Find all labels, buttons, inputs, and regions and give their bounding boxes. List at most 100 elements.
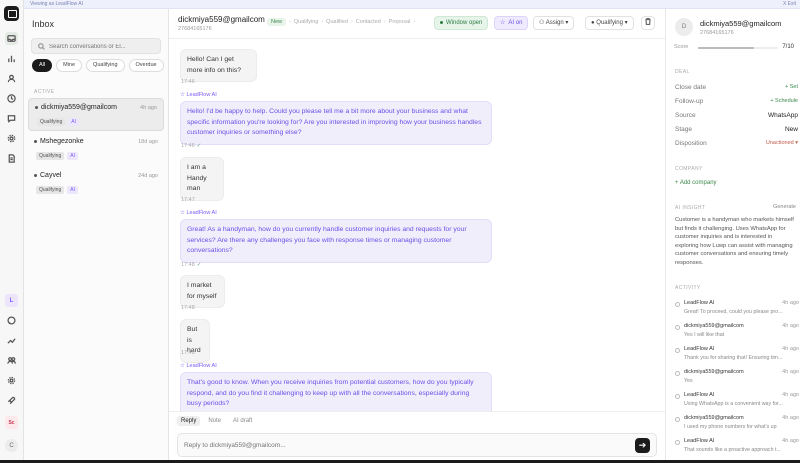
activity-header: ACTIVITY [675, 285, 701, 291]
clock-icon[interactable] [5, 92, 18, 105]
arrow-right-icon: ➔ [638, 440, 647, 450]
conversation-item[interactable]: dickmiya559@gmailcom 4h ago Qualifying AI [28, 98, 164, 131]
activity-item[interactable]: dickmiya559@gmailcom 4h ago Yes [675, 369, 799, 391]
reply-box[interactable]: ➔ [177, 433, 657, 457]
message-time: 17:48 [181, 350, 195, 356]
stage-separator-icon: › [413, 19, 416, 25]
conversation-name: Cayvel [34, 172, 61, 179]
active-section-label: ACTIVE [34, 89, 55, 95]
activity-text: Yes [684, 378, 693, 384]
tab-note[interactable]: Note [204, 416, 225, 426]
search-icon [38, 43, 45, 50]
exit-impersonation-link[interactable]: X Exit [783, 1, 796, 7]
team-icon[interactable] [5, 354, 18, 367]
status-dropdown[interactable]: ● Qualifying ▾ [585, 16, 634, 30]
rocket-icon[interactable] [5, 394, 18, 407]
conversation-item[interactable]: Cayvel 24d ago Qualifying AI [28, 167, 164, 200]
stage-proposal[interactable]: Proposal [389, 19, 411, 25]
assign-button[interactable]: ⚇ Assign ▾ [533, 16, 575, 30]
activity-item[interactable]: LeadFlow AI 4h ago Using WhatsApp is a con… [675, 392, 799, 414]
activity-time: 4h ago [782, 438, 799, 444]
assign-label: Assign [545, 20, 564, 26]
user-icon: ⚇ [539, 20, 546, 26]
deal-key: Follow-up [675, 98, 704, 105]
activity-item[interactable]: dickmiya559@gmailcom 4h ago Yes I will lik… [675, 323, 799, 345]
app-logo-icon[interactable] [4, 6, 19, 21]
add-company-link[interactable]: + Add company [675, 180, 717, 186]
conversation-name: Mshegezonke [34, 138, 84, 145]
filter-qualifying[interactable]: Qualifying [86, 59, 125, 72]
activity-item[interactable]: LeadFlow AI 4h ago Great! To proceed, coul… [675, 300, 799, 322]
search-box[interactable] [31, 38, 161, 54]
message-list[interactable]: Hello! Can I get more info on this? 17:4… [169, 39, 665, 411]
activity-time: 4h ago [782, 346, 799, 352]
activity-author: dickmiya559@gmailcom [684, 369, 744, 375]
tab-ai-draft[interactable]: AI draft [229, 416, 256, 426]
gear-icon[interactable] [5, 374, 18, 387]
company-header: COMPANY [675, 166, 703, 172]
user-sc-badge[interactable]: Sc [5, 416, 18, 429]
activity-item[interactable]: LeadFlow AI 4h ago That sounds like a proa… [675, 438, 799, 460]
chart-icon[interactable] [5, 52, 18, 65]
bot-sender-label: LeadFlow AI [180, 363, 216, 369]
filter-all[interactable]: All [32, 59, 53, 72]
tab-reply[interactable]: Reply [177, 416, 201, 426]
contact-email: dickmiya559@gmailcom [178, 15, 265, 24]
message-icon[interactable] [5, 112, 18, 125]
deal-key: Stage [675, 126, 692, 133]
generate-insight-button[interactable]: Generate [773, 204, 796, 210]
activity-author: LeadFlow AI [684, 346, 715, 352]
activity-text: I used my phone numbers for what's up [684, 424, 777, 430]
stage-new[interactable]: New [267, 18, 287, 26]
stage-contacted[interactable]: Contacted [356, 19, 381, 25]
lead-score: Score 7/10 [674, 44, 794, 51]
activity-author: dickmiya559@gmailcom [684, 415, 744, 421]
deal-row-follow-up: Follow-up + Schedule [675, 98, 798, 105]
ai-toggle-button[interactable]: AI on [494, 16, 529, 30]
message-bubble: Great! As a handyman, how do you current… [180, 219, 492, 263]
message-time: 17:47 [181, 197, 195, 203]
schedule-follow-up-link[interactable]: + Schedule [770, 98, 798, 104]
activity-time: 4h ago [782, 300, 799, 306]
filter-mine[interactable]: Mine [56, 59, 83, 72]
contact-phone: 27684165176 [700, 30, 734, 36]
activity-item[interactable]: LeadFlow AI 4h ago Thank you for sharing t… [675, 346, 799, 368]
filter-overdue[interactable]: Overdue [128, 59, 164, 72]
deal-row-close-date: Close date + Set [675, 84, 798, 91]
activity-dot-icon [675, 440, 680, 445]
conversation-name: dickmiya559@gmailcom [35, 104, 117, 111]
activity-time: 4h ago [782, 392, 799, 398]
disposition-dropdown[interactable]: Unactioned ▾ [766, 140, 798, 146]
conversation-item[interactable]: Mshegezonke 18d ago Qualifying AI [28, 133, 164, 166]
profile-avatar[interactable]: C [5, 439, 18, 452]
set-close-date-link[interactable]: + Set [785, 84, 798, 90]
chat-bubble-icon[interactable] [5, 314, 18, 327]
trend-icon[interactable] [5, 334, 18, 347]
inbox-icon[interactable] [5, 32, 18, 45]
activity-time: 4h ago [782, 323, 799, 329]
reply-input[interactable] [184, 440, 624, 451]
settings-icon[interactable] [5, 132, 18, 145]
message-time: 17:48 [181, 262, 195, 268]
impersonation-text: Viewing as LeadFlow AI [30, 1, 83, 7]
activity-item[interactable]: dickmiya559@gmailcom 4h ago I used my phon… [675, 415, 799, 437]
contact-email: dickmiya559@gmailcom [700, 19, 782, 28]
stage-qualified[interactable]: Qualified [326, 19, 348, 25]
document-icon[interactable] [5, 152, 18, 165]
filter-chips: All Mine Qualifying Overdue [32, 59, 164, 72]
search-input[interactable] [49, 41, 159, 52]
stage-qualifying[interactable]: Qualifying [294, 19, 318, 25]
activity-author: LeadFlow AI [684, 392, 715, 398]
activity-dot-icon [675, 417, 680, 422]
users-icon[interactable] [5, 72, 18, 85]
deal-row-stage: Stage New [675, 126, 798, 133]
inbox-title: Inbox [32, 19, 55, 29]
send-button[interactable]: ➔ [635, 438, 650, 453]
workspace-l-badge[interactable]: L [5, 294, 18, 307]
activity-text: Using WhatsApp is a convenient way for..… [684, 401, 783, 407]
delete-button[interactable] [641, 16, 655, 30]
contact-avatar: D [675, 18, 693, 36]
activity-dot-icon [675, 371, 680, 376]
conversation-time: 24d ago [138, 173, 158, 179]
stage-badge: Qualifying [37, 118, 66, 126]
